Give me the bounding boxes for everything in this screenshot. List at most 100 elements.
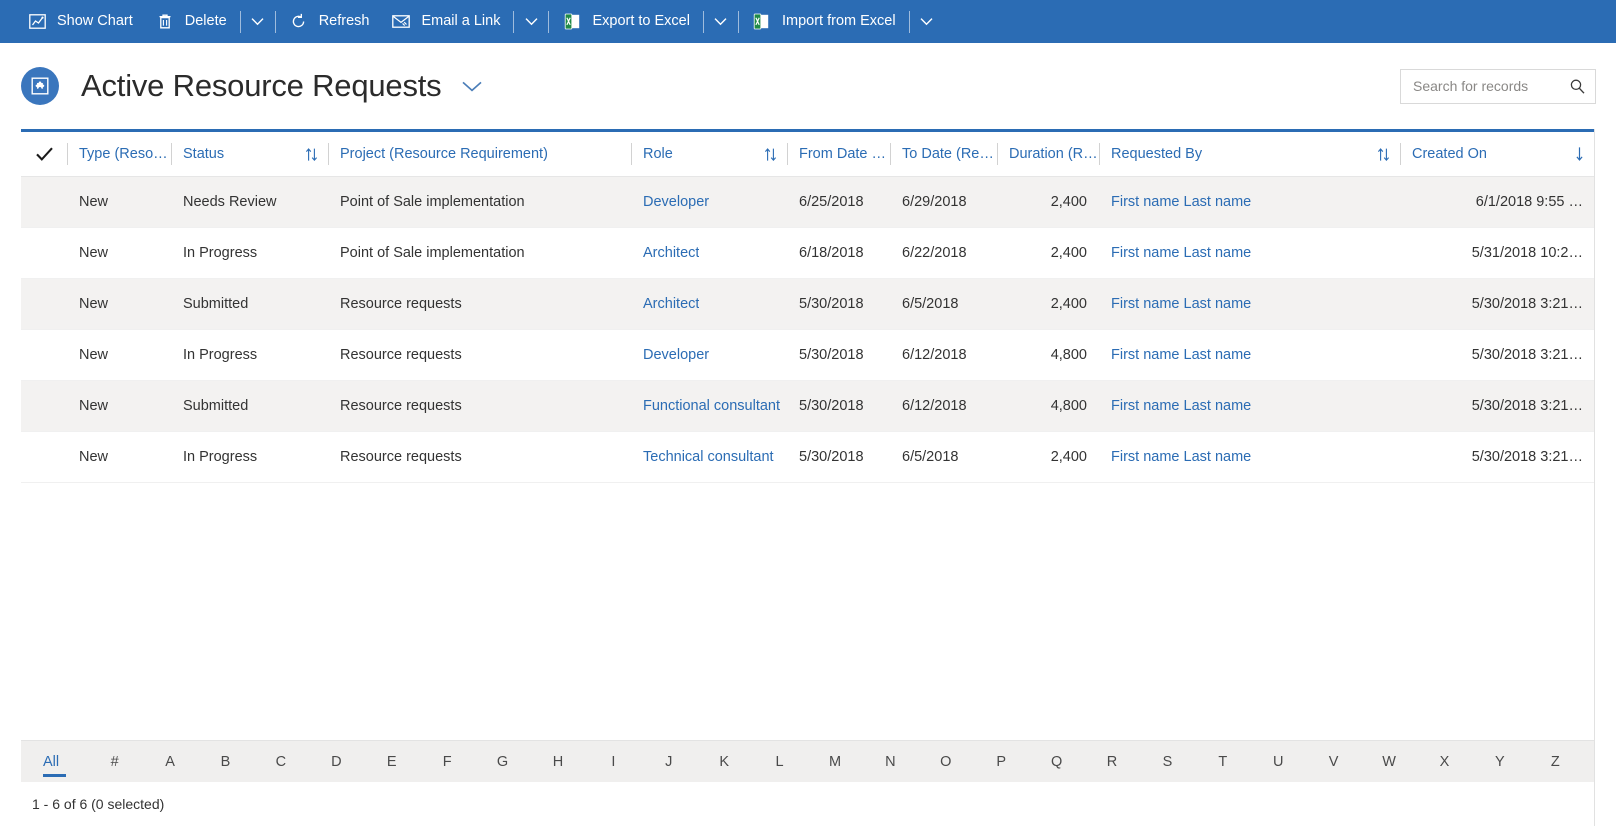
delete-button[interactable]: Delete xyxy=(144,0,238,43)
cell-role-link[interactable]: Functional consultant xyxy=(643,398,780,414)
cell-role-link[interactable]: Architect xyxy=(643,245,699,261)
alpha-filter-t[interactable]: T xyxy=(1195,752,1250,772)
export-to-excel-chevron-down-icon[interactable] xyxy=(706,0,736,43)
cell-role-link[interactable]: Technical consultant xyxy=(643,449,774,465)
row-select-checkbox[interactable] xyxy=(21,432,67,482)
alpha-filter-l[interactable]: L xyxy=(752,752,807,772)
alpha-filter-i[interactable]: I xyxy=(586,752,641,772)
alpha-filter-x[interactable]: X xyxy=(1417,752,1472,772)
export-to-excel-button[interactable]: Export to Excel xyxy=(551,0,701,43)
cell-role[interactable]: Developer xyxy=(631,177,787,227)
cell-status: Submitted xyxy=(171,381,328,431)
cell-requested-by[interactable]: First name Last name xyxy=(1099,381,1400,431)
alpha-filter-p[interactable]: P xyxy=(974,752,1029,772)
cell-requested-by[interactable]: First name Last name xyxy=(1099,432,1400,482)
cell-requested-by[interactable]: First name Last name xyxy=(1099,330,1400,380)
sort-icon[interactable] xyxy=(1377,147,1400,162)
alpha-filter-j[interactable]: J xyxy=(641,752,696,772)
alpha-filter-h[interactable]: H xyxy=(530,752,585,772)
alpha-filter-e[interactable]: E xyxy=(364,752,419,772)
cell-role-link[interactable]: Architect xyxy=(643,296,699,312)
import-from-excel-button[interactable]: Import from Excel xyxy=(741,0,907,43)
alpha-filter-v[interactable]: V xyxy=(1306,752,1361,772)
row-select-checkbox[interactable] xyxy=(21,330,67,380)
column-header-role[interactable]: Role xyxy=(631,132,787,176)
table-row[interactable]: New Needs Review Point of Sale implement… xyxy=(21,177,1595,228)
cell-requested-by[interactable]: First name Last name xyxy=(1099,177,1400,227)
row-select-checkbox[interactable] xyxy=(21,228,67,278)
table-row[interactable]: New In Progress Resource requests Techni… xyxy=(21,432,1595,483)
alpha-filter-r[interactable]: R xyxy=(1084,752,1139,772)
cell-role[interactable]: Functional consultant xyxy=(631,381,787,431)
column-header-duration[interactable]: Duration (R… xyxy=(997,132,1099,176)
alpha-filter-hash[interactable]: # xyxy=(87,752,142,772)
alpha-filter-u[interactable]: U xyxy=(1251,752,1306,772)
cell-status-value: In Progress xyxy=(183,245,257,261)
cell-requested-by-link[interactable]: First name Last name xyxy=(1111,347,1251,363)
alpha-filter-k[interactable]: K xyxy=(696,752,751,772)
column-header-status[interactable]: Status xyxy=(171,132,328,176)
view-selector-chevron-down-icon[interactable] xyxy=(461,80,483,93)
row-select-checkbox[interactable] xyxy=(21,279,67,329)
sort-icon[interactable] xyxy=(305,147,328,162)
cell-requested-by[interactable]: First name Last name xyxy=(1099,279,1400,329)
table-row[interactable]: New Submitted Resource requests Architec… xyxy=(21,279,1595,330)
cell-role[interactable]: Developer xyxy=(631,330,787,380)
sort-desc-icon[interactable] xyxy=(1574,146,1595,162)
cell-created-on-value: 5/30/2018 3:21… xyxy=(1472,449,1583,465)
alpha-filter-y[interactable]: Y xyxy=(1472,752,1527,772)
column-header-project[interactable]: Project (Resource Requirement) xyxy=(328,132,631,176)
cell-duration-value: 2,400 xyxy=(1051,296,1087,312)
row-select-checkbox[interactable] xyxy=(21,177,67,227)
alpha-filter-c[interactable]: C xyxy=(253,752,308,772)
alpha-filter-a[interactable]: A xyxy=(142,752,197,772)
column-header-requested-by[interactable]: Requested By xyxy=(1099,132,1400,176)
table-row[interactable]: New In Progress Resource requests Develo… xyxy=(21,330,1595,381)
table-row[interactable]: New In Progress Point of Sale implementa… xyxy=(21,228,1595,279)
table-row[interactable]: New Submitted Resource requests Function… xyxy=(21,381,1595,432)
select-all-checkbox[interactable] xyxy=(21,132,67,176)
cell-requested-by-link[interactable]: First name Last name xyxy=(1111,245,1251,261)
cell-role[interactable]: Architect xyxy=(631,228,787,278)
sort-icon[interactable] xyxy=(764,147,787,162)
alpha-filter-n[interactable]: N xyxy=(863,752,918,772)
cell-requested-by-link[interactable]: First name Last name xyxy=(1111,194,1251,210)
cell-role-link[interactable]: Developer xyxy=(643,347,709,363)
delete-chevron-down-icon[interactable] xyxy=(243,0,273,43)
alpha-filter-bar: All # A B C D E F G H I J K L M N O P Q … xyxy=(21,740,1595,782)
alpha-filter-m[interactable]: M xyxy=(807,752,862,772)
alpha-filter-f[interactable]: F xyxy=(419,752,474,772)
cell-requested-by-link[interactable]: First name Last name xyxy=(1111,296,1251,312)
row-select-checkbox[interactable] xyxy=(21,381,67,431)
email-a-link-button[interactable]: Email a Link xyxy=(380,0,511,43)
alpha-filter-g[interactable]: G xyxy=(475,752,530,772)
alpha-filter-d[interactable]: D xyxy=(309,752,364,772)
alpha-filter-q[interactable]: Q xyxy=(1029,752,1084,772)
import-from-excel-chevron-down-icon[interactable] xyxy=(912,0,942,43)
cell-role-link[interactable]: Developer xyxy=(643,194,709,210)
alpha-filter-w[interactable]: W xyxy=(1361,752,1416,772)
alpha-filter-o[interactable]: O xyxy=(918,752,973,772)
column-header-to-date[interactable]: To Date (Re… xyxy=(890,132,997,176)
email-a-link-chevron-down-icon[interactable] xyxy=(516,0,546,43)
cell-to-date: 6/5/2018 xyxy=(890,432,997,482)
search-box[interactable] xyxy=(1400,69,1596,104)
command-separator xyxy=(513,11,514,33)
search-input[interactable] xyxy=(1411,77,1567,95)
search-icon[interactable] xyxy=(1567,76,1587,96)
cell-requested-by-link[interactable]: First name Last name xyxy=(1111,449,1251,465)
refresh-button[interactable]: Refresh xyxy=(278,0,381,43)
cell-role[interactable]: Technical consultant xyxy=(631,432,787,482)
alpha-filter-all[interactable]: All xyxy=(43,752,87,772)
cell-role[interactable]: Architect xyxy=(631,279,787,329)
show-chart-button[interactable]: Show Chart xyxy=(16,0,144,43)
column-header-created-on[interactable]: Created On xyxy=(1400,132,1595,176)
cell-created-on-value: 5/30/2018 3:21… xyxy=(1472,296,1583,312)
column-header-from-date[interactable]: From Date (… xyxy=(787,132,890,176)
cell-requested-by[interactable]: First name Last name xyxy=(1099,228,1400,278)
cell-requested-by-link[interactable]: First name Last name xyxy=(1111,398,1251,414)
alpha-filter-z[interactable]: Z xyxy=(1528,752,1583,772)
alpha-filter-s[interactable]: S xyxy=(1140,752,1195,772)
column-header-type[interactable]: Type (Reso…) xyxy=(67,132,171,176)
alpha-filter-b[interactable]: B xyxy=(198,752,253,772)
